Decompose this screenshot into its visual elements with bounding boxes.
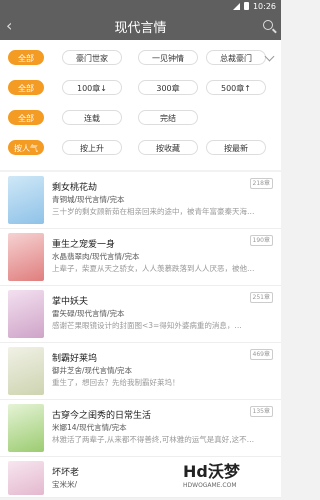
filter-option[interactable]: 总裁豪门 xyxy=(206,50,266,65)
filter-all-length[interactable]: 全部 xyxy=(8,80,44,95)
filter-row-category: 全部 豪门世家 一见钟情 总裁豪门 xyxy=(0,46,281,70)
sort-option[interactable]: 按收藏 xyxy=(138,140,198,155)
book-cover xyxy=(8,233,44,281)
filter-option[interactable]: 300章 xyxy=(138,80,198,95)
filter-option[interactable]: 连载 xyxy=(62,110,122,125)
book-cover xyxy=(8,461,44,495)
filter-option[interactable]: 500章↑ xyxy=(206,80,266,95)
book-meta: 水晶翡翠肉/现代言情/完本 xyxy=(52,252,140,261)
signal-icon xyxy=(232,2,240,10)
book-title: 坏坏老 xyxy=(52,468,80,478)
filter-option[interactable]: 豪门世家 xyxy=(62,50,122,65)
book-title: 掌中妖夫 xyxy=(52,297,89,307)
list-item[interactable]: 制霸好莱坞 御井芝舍/现代言情/完本 重生了，想回去？先给我制霸好莱坞！ 469… xyxy=(0,343,281,400)
filter-row-sort: 按人气 按上升 按收藏 按最新 xyxy=(0,136,281,160)
book-desc: 三十岁的剩女顾新茹在相亲回来的途中，被青年富豪秦天海… xyxy=(52,207,255,216)
book-title: 制霸好莱坞 xyxy=(52,354,98,364)
filter-all-category[interactable]: 全部 xyxy=(8,50,44,65)
back-icon[interactable]: ‹ xyxy=(6,16,12,35)
chapter-badge: 251章 xyxy=(249,292,273,303)
search-icon[interactable] xyxy=(263,20,273,30)
book-title: 重生之宠爱一身 xyxy=(52,240,116,250)
list-item[interactable]: 剩女桃花劫 青铜城/现代言情/完本 三十岁的剩女顾新茹在相亲回来的途中，被青年富… xyxy=(0,172,281,229)
list-item[interactable]: 古穿今之闺秀的日常生活 米娜14/现代言情/完本 林雅活了两辈子,从来都不得善终… xyxy=(0,400,281,457)
book-title: 剩女桃花劫 xyxy=(52,183,98,193)
chapter-badge: 469章 xyxy=(249,349,273,360)
watermark: Hd沃梦 HDWOGAME.COM xyxy=(183,458,273,489)
chevron-down-icon[interactable] xyxy=(264,51,275,62)
book-meta: 御井芝舍/现代言情/完本 xyxy=(52,366,133,375)
book-meta: 宝米米/ xyxy=(52,480,78,489)
battery-icon xyxy=(243,2,249,10)
book-meta: 青铜城/现代言情/完本 xyxy=(52,195,125,204)
filter-option[interactable]: 完结 xyxy=(138,110,198,125)
filter-row-length: 全部 100章↓ 300章 500章↑ xyxy=(0,76,281,100)
list-item[interactable]: 掌中妖夫 雷矢碌/现代言情/完本 感谢芒果眼镜设计的封面图<3=得知外婆病重的消… xyxy=(0,286,281,343)
filter-option[interactable]: 100章↓ xyxy=(62,80,122,95)
filter-row-status: 全部 连载 完结 xyxy=(0,106,281,130)
watermark-logo: Hd沃梦 xyxy=(183,462,240,481)
book-cover xyxy=(8,347,44,395)
chapter-badge: 135章 xyxy=(249,406,273,417)
chapter-badge: 190章 xyxy=(249,235,273,246)
book-desc: 上辈子，柴夏从天之骄女，人人羡慕跌落到人人厌恶，被他… xyxy=(52,264,255,273)
book-cover xyxy=(8,290,44,338)
book-desc: 重生了，想回去？先给我制霸好莱坞！ xyxy=(52,378,180,387)
sort-option[interactable]: 按最新 xyxy=(206,140,266,155)
watermark-site: HDWOGAME.COM xyxy=(183,482,237,489)
list-item[interactable]: 重生之宠爱一身 水晶翡翠肉/现代言情/完本 上辈子，柴夏从天之骄女，人人羡慕跌落… xyxy=(0,229,281,286)
chapter-badge: 218章 xyxy=(249,178,273,189)
filter-option[interactable]: 一见钟情 xyxy=(138,50,198,65)
status-bar: 10:26 xyxy=(0,0,281,12)
status-time: 10:26 xyxy=(252,1,276,11)
sort-option[interactable]: 按上升 xyxy=(62,140,122,155)
book-desc: 感谢芒果眼镜设计的封面图<3=得知外婆病重的消息，… xyxy=(52,321,242,330)
book-list: 剩女桃花劫 青铜城/现代言情/完本 三十岁的剩女顾新茹在相亲回来的途中，被青年富… xyxy=(0,172,281,498)
book-meta: 雷矢碌/现代言情/完本 xyxy=(52,309,125,318)
book-meta: 米娜14/现代言情/完本 xyxy=(52,423,127,432)
page-title: 现代言情 xyxy=(114,20,167,36)
sort-popularity[interactable]: 按人气 xyxy=(8,140,44,155)
app-bar: ‹ 现代言情 xyxy=(0,12,281,40)
filter-all-status[interactable]: 全部 xyxy=(8,110,44,125)
book-cover xyxy=(8,176,44,224)
book-desc: 林雅活了两辈子,从来都不得善终,可林雅的运气是真好,这不… xyxy=(52,435,255,444)
book-cover xyxy=(8,404,44,452)
filter-panel: 全部 豪门世家 一见钟情 总裁豪门 全部 100章↓ 300章 500章↑ 全部… xyxy=(0,40,281,170)
book-title: 古穿今之闺秀的日常生活 xyxy=(52,411,152,421)
